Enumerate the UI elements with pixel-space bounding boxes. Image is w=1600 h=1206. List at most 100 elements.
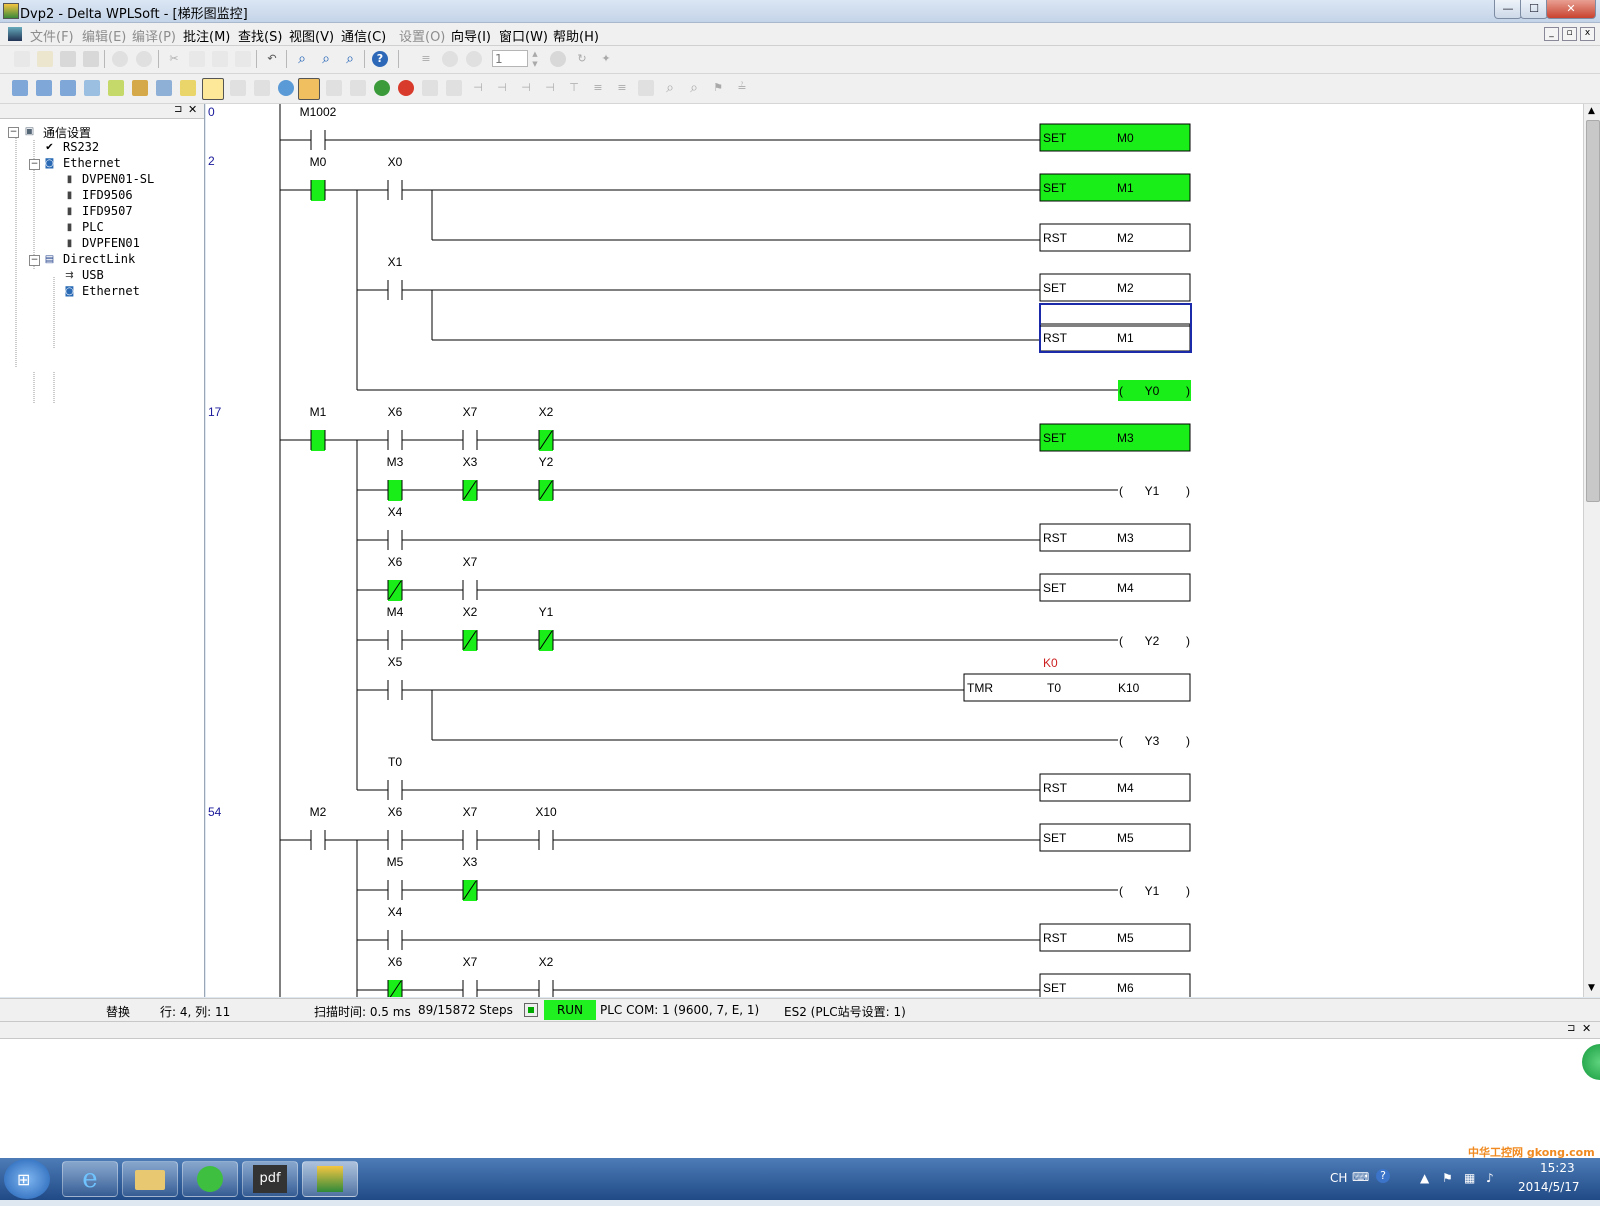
print-icon[interactable]	[136, 51, 152, 67]
menu-file[interactable]: 文件(F)	[30, 26, 74, 45]
vertical-scrollbar[interactable]: ▲ ▼	[1583, 104, 1600, 997]
collapse-toggle[interactable]: −	[29, 159, 40, 170]
taskbar-pdf-button[interactable]: pdf	[242, 1161, 298, 1197]
instruction-mode-icon[interactable]	[36, 80, 52, 96]
print-preview-icon[interactable]	[112, 51, 128, 67]
undo-icon[interactable]: ↶	[264, 51, 280, 67]
contact-no-icon[interactable]: ⊣	[470, 80, 486, 96]
mdi-close-button[interactable]: x	[1580, 27, 1595, 41]
instruction-device: M1	[1117, 331, 1134, 345]
save-icon[interactable]	[60, 51, 76, 67]
mdi-minimize-button[interactable]: _	[1544, 27, 1559, 41]
collapse-toggle[interactable]: −	[29, 255, 40, 266]
menu-window[interactable]: 窗口(W)	[499, 26, 548, 45]
refresh-icon[interactable]: ↻	[574, 51, 590, 67]
scroll-thumb[interactable]	[1586, 120, 1600, 502]
device-table-icon[interactable]	[132, 80, 148, 96]
zoom-icon[interactable]: ⌕	[294, 51, 310, 67]
menu-edit[interactable]: 编辑(E)	[82, 26, 126, 45]
contact-active-fill	[311, 180, 325, 201]
menu-view[interactable]: 视图(V)	[289, 26, 334, 45]
contact-nc-icon[interactable]: ⊣	[494, 80, 510, 96]
find-icon[interactable]: ⌕	[662, 80, 678, 96]
device-comment-icon[interactable]	[84, 80, 100, 96]
ladder-mode-icon[interactable]	[12, 80, 28, 96]
horizontal-line-icon[interactable]: ≡	[590, 80, 606, 96]
taskbar-browser-button[interactable]	[182, 1161, 238, 1197]
coil-icon[interactable]: ≡	[614, 80, 630, 96]
help-tray-icon[interactable]: ?	[1376, 1169, 1390, 1183]
taskbar-ie-button[interactable]: e	[62, 1161, 118, 1197]
step-down-icon[interactable]: ≡	[418, 51, 434, 67]
menu-settings[interactable]: 设置(O)	[399, 26, 445, 45]
menu-comm[interactable]: 通信(C)	[341, 26, 386, 45]
upload-icon[interactable]	[422, 80, 438, 96]
instruction-device: M3	[1117, 531, 1134, 545]
maximize-button[interactable]: ☐	[1520, 0, 1548, 19]
contact-f-icon[interactable]: ⊣	[542, 80, 558, 96]
monitor-mode-icon[interactable]	[202, 78, 224, 100]
instruction-box-icon[interactable]	[638, 80, 654, 96]
close-pane-icon[interactable]: ✕	[1582, 1022, 1591, 1035]
ladder-monitor-area[interactable]: 0 2 17 54 M1002 M0 X0 X1 M1 X6 X7 X2 M3 X3 Y2 X4 X6 X7 M4 X…	[206, 104, 1583, 997]
read-icon[interactable]	[350, 80, 366, 96]
stop-plc-icon[interactable]	[398, 80, 414, 96]
volume-icon[interactable]: ♪	[1486, 1171, 1494, 1185]
instruction-op: RST	[1043, 331, 1068, 345]
clock-date[interactable]: 2014/5/17	[1518, 1180, 1580, 1194]
edit-comment-icon[interactable]	[108, 80, 124, 96]
step-count-input[interactable]: 1	[492, 50, 528, 67]
menu-wizard[interactable]: 向导(I)	[451, 26, 491, 45]
menu-search[interactable]: 查找(S)	[238, 26, 282, 45]
comment-edit-icon[interactable]	[254, 80, 270, 96]
menu-help[interactable]: 帮助(H)	[553, 26, 599, 45]
table-icon[interactable]	[180, 80, 196, 96]
scroll-up-icon[interactable]: ▲	[1588, 106, 1595, 116]
new-file-icon[interactable]	[14, 51, 30, 67]
bookmark-icon[interactable]: ⚑	[710, 80, 726, 96]
close-button[interactable]: ✕	[1546, 0, 1596, 19]
scroll-down-icon[interactable]: ▼	[1588, 983, 1595, 993]
start-button[interactable]: ⊞	[4, 1159, 50, 1199]
comment-icon[interactable]	[230, 80, 246, 96]
pin-icon[interactable]	[278, 80, 294, 96]
sfc-mode-icon[interactable]	[60, 80, 76, 96]
contact-p-icon[interactable]: ⊣	[518, 80, 534, 96]
step-icon[interactable]	[442, 51, 458, 67]
download-icon[interactable]	[446, 80, 462, 96]
cut-icon[interactable]: ✂	[166, 51, 182, 67]
mdi-restore-button[interactable]: ▫	[1562, 27, 1577, 41]
flag-icon[interactable]: ⚑	[1442, 1171, 1453, 1185]
language-indicator[interactable]: CH	[1330, 1171, 1347, 1185]
menu-compile[interactable]: 编译(P)	[132, 26, 176, 45]
write-icon[interactable]	[326, 80, 342, 96]
network-tray-icon[interactable]: ▦	[1464, 1171, 1475, 1185]
collapse-toggle[interactable]: −	[8, 127, 19, 138]
run-icon[interactable]	[374, 80, 390, 96]
grid-icon[interactable]	[156, 80, 172, 96]
stop-icon[interactable]	[550, 51, 566, 67]
vertical-line-icon[interactable]: ⊤	[566, 80, 582, 96]
keyboard-icon[interactable]: ⌨	[1352, 1170, 1369, 1184]
show-hidden-icons[interactable]: ▲	[1420, 1171, 1429, 1185]
open-file-icon[interactable]	[37, 51, 53, 67]
align-icon[interactable]: ≟	[734, 80, 750, 96]
single-step-icon[interactable]	[466, 51, 482, 67]
pin-pane-icon[interactable]: ⊐	[1567, 1023, 1575, 1034]
clock-time[interactable]: 15:23	[1540, 1161, 1575, 1175]
help-icon[interactable]: ?	[372, 51, 388, 67]
online-monitor-icon[interactable]	[298, 78, 320, 100]
taskbar-explorer-button[interactable]	[122, 1161, 178, 1197]
menu-comment[interactable]: 批注(M)	[183, 26, 230, 45]
wand-icon[interactable]: ✦	[598, 51, 614, 67]
save-all-icon[interactable]	[83, 51, 99, 67]
zoom-out-icon[interactable]: ⌕	[342, 51, 358, 67]
taskbar-wplsoft-button[interactable]	[302, 1161, 358, 1197]
step-spinner-icon[interactable]: ▲ ▼	[530, 49, 540, 69]
zoom-in-icon[interactable]: ⌕	[318, 51, 334, 67]
paste-icon[interactable]	[212, 51, 228, 67]
minimize-button[interactable]: —	[1494, 0, 1522, 19]
replace-icon[interactable]: ⌕	[686, 80, 702, 96]
eraser-icon[interactable]	[235, 51, 251, 67]
copy-icon[interactable]	[189, 51, 205, 67]
